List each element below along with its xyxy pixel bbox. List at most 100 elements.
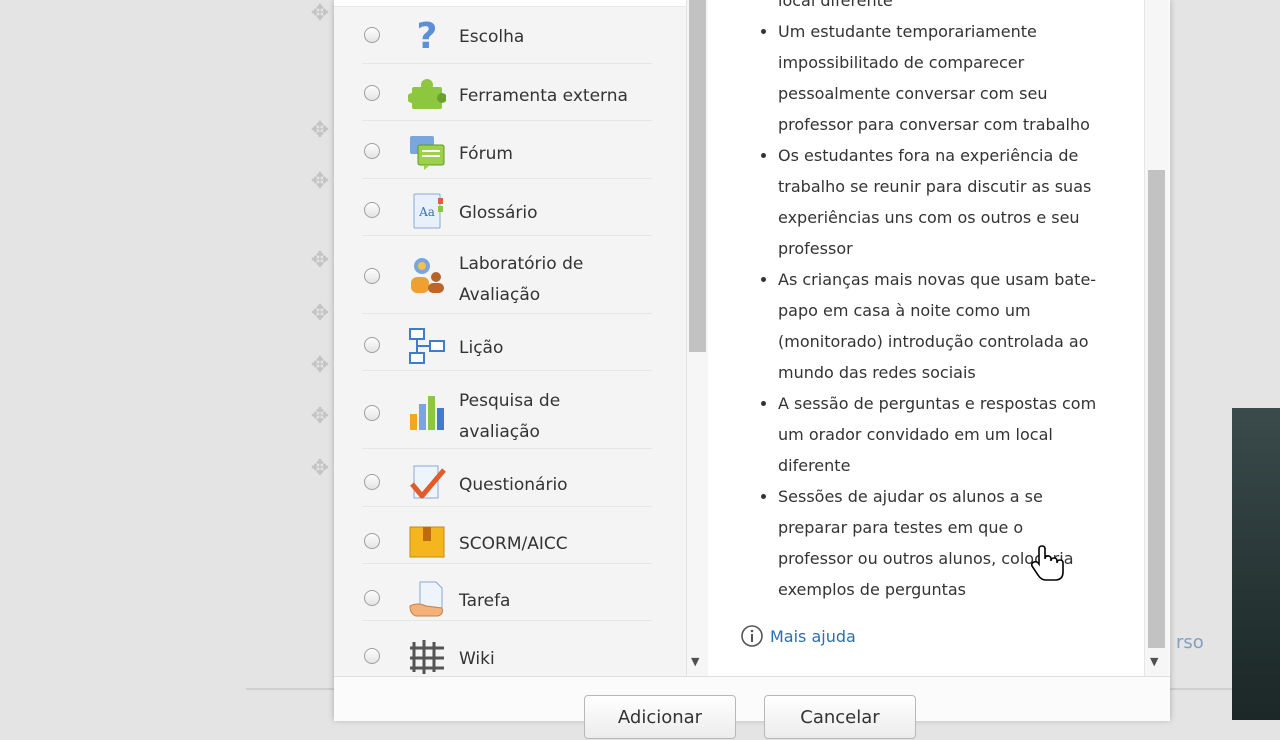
activity-radio[interactable]: [364, 533, 380, 549]
help-text-line: um orador convidado em um local: [778, 425, 1053, 444]
help-text-line: professor: [778, 239, 853, 258]
activity-option-lesson[interactable]: Lição: [362, 313, 652, 371]
activity-label: Glossário: [459, 203, 538, 223]
webcam-overlay: [1232, 408, 1280, 720]
help-text-line: experiências uns com os outros e seu: [778, 208, 1080, 227]
activity-option-survey[interactable]: Pesquisa de avaliação: [362, 370, 652, 449]
help-bullet-item: Os estudantes fora na experiência de tra…: [778, 140, 1168, 264]
help-bullet-list: local diferente Um estudante temporariam…: [744, 0, 1168, 605]
activity-radio[interactable]: [364, 648, 380, 664]
add-activity-dialog: ? Escolha Ferramenta externa Fórum Aa Gl…: [334, 0, 1170, 739]
cancel-button[interactable]: Cancelar: [764, 695, 916, 739]
activity-label: Laboratório de: [459, 254, 584, 274]
activity-radio[interactable]: [364, 590, 380, 606]
activity-radio[interactable]: [364, 202, 380, 218]
activity-radio[interactable]: [364, 337, 380, 353]
help-bullet-item: As crianças mais novas que usam bate- pa…: [778, 264, 1168, 388]
scrollbar-thumb[interactable]: [689, 0, 706, 352]
help-text-line: impossibilitado de comparecer: [778, 53, 1025, 72]
scrollbar-thumb[interactable]: [1148, 170, 1165, 648]
help-text-line: pessoalmente conversar com seu: [778, 84, 1048, 103]
help-text-line: papo em casa à noite como um: [778, 301, 1031, 320]
move-icon[interactable]: ✥: [306, 247, 334, 275]
activity-option-wiki[interactable]: Wiki: [362, 620, 652, 676]
activity-option-quiz[interactable]: Questionário: [362, 448, 652, 507]
svg-text:?: ?: [417, 16, 438, 54]
activity-help-panel: local diferente Um estudante temporariam…: [708, 0, 1168, 676]
lesson-flowchart-icon: [409, 328, 445, 364]
activity-option-assignment[interactable]: Tarefa: [362, 563, 652, 621]
help-text-line: exemplos de perguntas: [778, 580, 967, 599]
scroll-down-arrow-icon[interactable]: ▼: [691, 656, 699, 668]
forum-bubbles-icon: [410, 136, 445, 170]
activity-option-glossary[interactable]: Aa Glossário: [362, 178, 652, 236]
activity-chooser-list: ? Escolha Ferramenta externa Fórum Aa Gl…: [334, 0, 688, 676]
scroll-down-arrow-icon[interactable]: ▼: [1150, 656, 1158, 668]
activity-label: Wiki: [459, 649, 495, 669]
help-text-line: A sessão de perguntas e respostas com: [778, 394, 1097, 413]
help-text-line: diferente: [778, 456, 851, 475]
more-help-link[interactable]: Mais ajuda: [740, 622, 856, 650]
assignment-hand-document-icon: [409, 581, 443, 617]
add-button[interactable]: Adicionar: [584, 695, 736, 739]
activity-label: Tarefa: [459, 591, 511, 611]
help-text-line: (monitorado) introdução controlada ao: [778, 332, 1089, 351]
help-text-line: Sessões de ajudar os alunos a se: [778, 487, 1043, 506]
move-icon[interactable]: ✥: [306, 117, 334, 145]
activity-option-choice[interactable]: ? Escolha: [362, 6, 652, 64]
move-icon[interactable]: ✥: [306, 168, 334, 196]
help-bullet-item: Um estudante temporariamente impossibili…: [778, 16, 1168, 140]
help-bullet-item: local diferente: [778, 0, 1168, 16]
activity-radio[interactable]: [364, 405, 380, 421]
activity-radio[interactable]: [364, 474, 380, 490]
activity-option-scorm[interactable]: SCORM/AICC: [362, 506, 652, 564]
help-bullet-item: A sessão de perguntas e respostas com um…: [778, 388, 1168, 481]
activity-label: Ferramenta externa: [459, 86, 628, 106]
activity-list-scrollbar[interactable]: ▼: [686, 0, 709, 676]
help-text-line: preparar para testes em que o: [778, 518, 1024, 537]
move-icon[interactable]: ✥: [306, 455, 334, 483]
quiz-checkmark-icon: [410, 465, 446, 499]
move-icon[interactable]: ✥: [306, 300, 334, 328]
activity-option-forum[interactable]: Fórum: [362, 120, 652, 179]
scorm-package-icon: [409, 526, 445, 558]
activity-label: SCORM/AICC: [459, 534, 568, 554]
move-icon[interactable]: ✥: [306, 0, 334, 28]
activity-option-external-tool[interactable]: Ferramenta externa: [362, 63, 652, 121]
survey-bar-chart-icon: [410, 396, 444, 430]
activity-radio[interactable]: [364, 143, 380, 159]
help-text-line: trabalho se reunir para discutir as suas: [778, 177, 1092, 196]
activity-label: Escolha: [459, 27, 525, 47]
wiki-grid-icon: [410, 640, 444, 674]
help-text-line: Um estudante temporariamente: [778, 22, 1037, 41]
help-panel-scrollbar[interactable]: ▼: [1144, 0, 1169, 676]
activity-label: Questionário: [459, 475, 568, 495]
activity-label: Fórum: [459, 144, 513, 164]
help-text-line: mundo das redes sociais: [778, 363, 976, 382]
workshop-people-icon: [411, 258, 444, 293]
help-text-line: professor para conversar com trabalho: [778, 115, 1090, 134]
info-icon: [741, 625, 763, 647]
help-text-line: local diferente: [778, 0, 893, 10]
activity-label: Pesquisa de: [459, 391, 561, 411]
activity-label: Lição: [459, 338, 504, 358]
hand-cursor-icon: [1030, 545, 1064, 581]
help-text-line: Os estudantes fora na experiência de: [778, 146, 1079, 165]
svg-text:Aa: Aa: [418, 205, 435, 219]
dialog-footer: Adicionar Cancelar: [334, 676, 1170, 739]
background-course-link[interactable]: rso: [1176, 632, 1204, 653]
puzzle-piece-icon: [408, 79, 446, 109]
question-mark-icon: ?: [417, 16, 438, 54]
activity-option-workshop[interactable]: Laboratório de Avaliação: [362, 235, 652, 314]
help-text-line: As crianças mais novas que usam bate-: [778, 270, 1097, 289]
move-icon[interactable]: ✥: [306, 403, 334, 431]
activity-radio[interactable]: [364, 27, 380, 43]
move-icon[interactable]: ✥: [306, 352, 334, 380]
glossary-book-icon: Aa: [413, 193, 443, 229]
more-help-label[interactable]: Mais ajuda: [770, 627, 856, 646]
activity-radio[interactable]: [364, 268, 380, 284]
activity-label: avaliação: [459, 422, 540, 442]
activity-label: Avaliação: [459, 285, 541, 305]
activity-radio[interactable]: [364, 85, 380, 101]
help-bullet-item: Sessões de ajudar os alunos a se prepara…: [778, 481, 1168, 605]
